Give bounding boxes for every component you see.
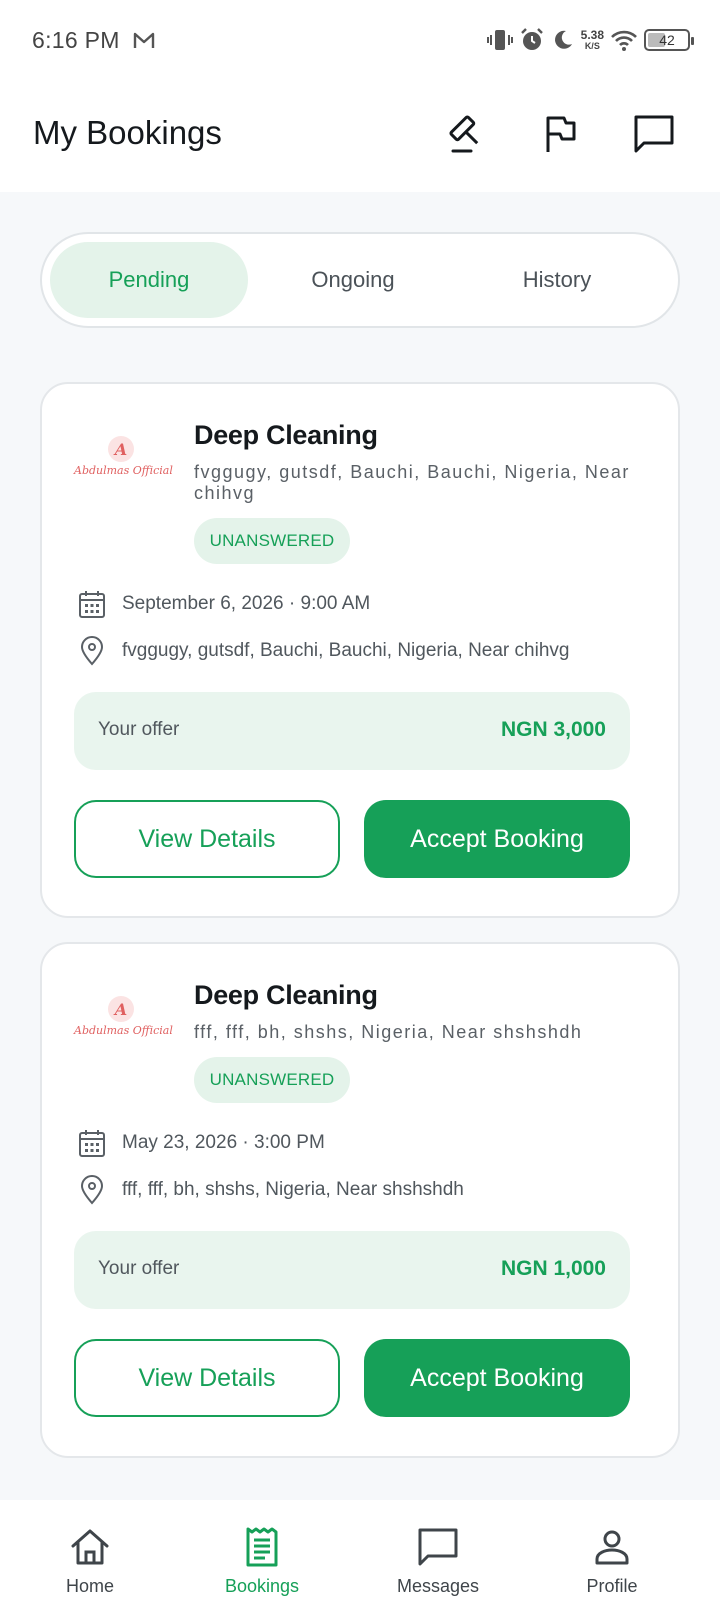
offer-box: Your offer NGN 3,000 [74, 692, 630, 770]
nav-label-profile: Profile [586, 1576, 638, 1596]
vibrate-icon [486, 30, 513, 50]
nav-label-home: Home [65, 1576, 114, 1596]
date-row: September 6, 2026 · 9:00 AM [78, 587, 370, 621]
location-row: fvggugy, gutsdf, Bauchi, Bauchi, Nigeria… [78, 634, 569, 668]
offer-label: Your offer [98, 719, 180, 740]
net-speed-unit: K/S [584, 41, 600, 51]
service-address: fff, fff, bh, shshs, Nigeria, Near shshs… [194, 1022, 583, 1042]
service-title: Deep Cleaning [194, 980, 378, 1010]
nav-bookings[interactable]: Bookings [172, 1500, 352, 1612]
nav-messages[interactable]: Messages [348, 1500, 528, 1612]
battery-level: 42 [659, 32, 675, 48]
battery-indicator: 42 [644, 29, 694, 51]
flag-icon[interactable] [536, 110, 584, 158]
app-header: My Bookings [0, 82, 720, 192]
booking-tabs: Pending Ongoing History [40, 232, 680, 328]
nav-label-bookings: Bookings [224, 1576, 300, 1596]
page-title: My Bookings [33, 114, 222, 151]
nav-profile[interactable]: Profile [522, 1500, 702, 1612]
net-speed: 5.38 K/S [581, 29, 604, 51]
booking-datetime: September 6, 2026 · 9:00 AM [122, 593, 371, 614]
booking-datetime: May 23, 2026 · 3:00 PM [122, 1132, 325, 1153]
alarm-icon [520, 28, 543, 50]
date-row: May 23, 2026 · 3:00 PM [78, 1126, 325, 1160]
provider-logo: A Abdulmas Official [74, 996, 173, 1046]
service-address: fvggugy, gutsdf, Bauchi, Bauchi, Nigeria… [194, 462, 630, 503]
logo-text: Abdulmas Official [74, 464, 173, 477]
booking-card: A Abdulmas Official Deep Cleaning fvggug… [40, 382, 680, 918]
offer-value: NGN 1,000 [500, 1257, 606, 1280]
receipt-icon [239, 1524, 285, 1570]
status-bar: 6:16 PM 5.38 K/S 42 [0, 0, 720, 82]
gavel-icon[interactable] [444, 110, 492, 158]
person-icon [589, 1524, 635, 1570]
tab-pending[interactable]: Pending [50, 242, 248, 318]
location-pin-icon [78, 635, 106, 667]
gmail-icon [133, 32, 155, 48]
bottom-nav: Home Bookings Messages Profile [0, 1500, 720, 1612]
home-icon [67, 1524, 113, 1570]
status-time: 6:16 PM [32, 27, 120, 53]
status-badge: UNANSWERED [194, 518, 350, 564]
view-details-button[interactable]: View Details [74, 800, 340, 878]
service-title: Deep Cleaning [194, 420, 378, 450]
tab-history[interactable]: History [458, 242, 656, 318]
offer-value: NGN 3,000 [500, 718, 606, 741]
offer-label: Your offer [98, 1258, 180, 1279]
nav-label-messages: Messages [396, 1576, 480, 1596]
offer-box: Your offer NGN 1,000 [74, 1231, 630, 1309]
logo-text: Abdulmas Official [74, 1024, 173, 1037]
moon-icon [554, 30, 572, 49]
accept-booking-button[interactable]: Accept Booking [364, 1339, 630, 1417]
logo-letter: A [108, 436, 134, 462]
location-row: fff, fff, bh, shshs, Nigeria, Near shshs… [78, 1173, 464, 1207]
net-speed-value: 5.38 [580, 28, 604, 42]
location-pin-icon [78, 1174, 106, 1206]
wifi-icon [611, 30, 637, 51]
view-details-button[interactable]: View Details [74, 1339, 340, 1417]
booking-location: fvggugy, gutsdf, Bauchi, Bauchi, Nigeria… [122, 640, 570, 661]
chat-icon[interactable] [630, 110, 678, 158]
calendar-icon [78, 588, 106, 620]
booking-location: fff, fff, bh, shshs, Nigeria, Near shshs… [122, 1179, 464, 1200]
tab-ongoing[interactable]: Ongoing [254, 242, 452, 318]
message-icon [415, 1524, 461, 1570]
provider-logo: A Abdulmas Official [74, 436, 173, 486]
nav-home[interactable]: Home [0, 1500, 180, 1612]
status-indicators: 5.38 K/S 42 [486, 24, 694, 56]
status-badge: UNANSWERED [194, 1057, 350, 1103]
accept-booking-button[interactable]: Accept Booking [364, 800, 630, 878]
booking-card: A Abdulmas Official Deep Cleaning fff, f… [40, 942, 680, 1458]
logo-letter: A [108, 996, 134, 1022]
calendar-icon [78, 1127, 106, 1159]
